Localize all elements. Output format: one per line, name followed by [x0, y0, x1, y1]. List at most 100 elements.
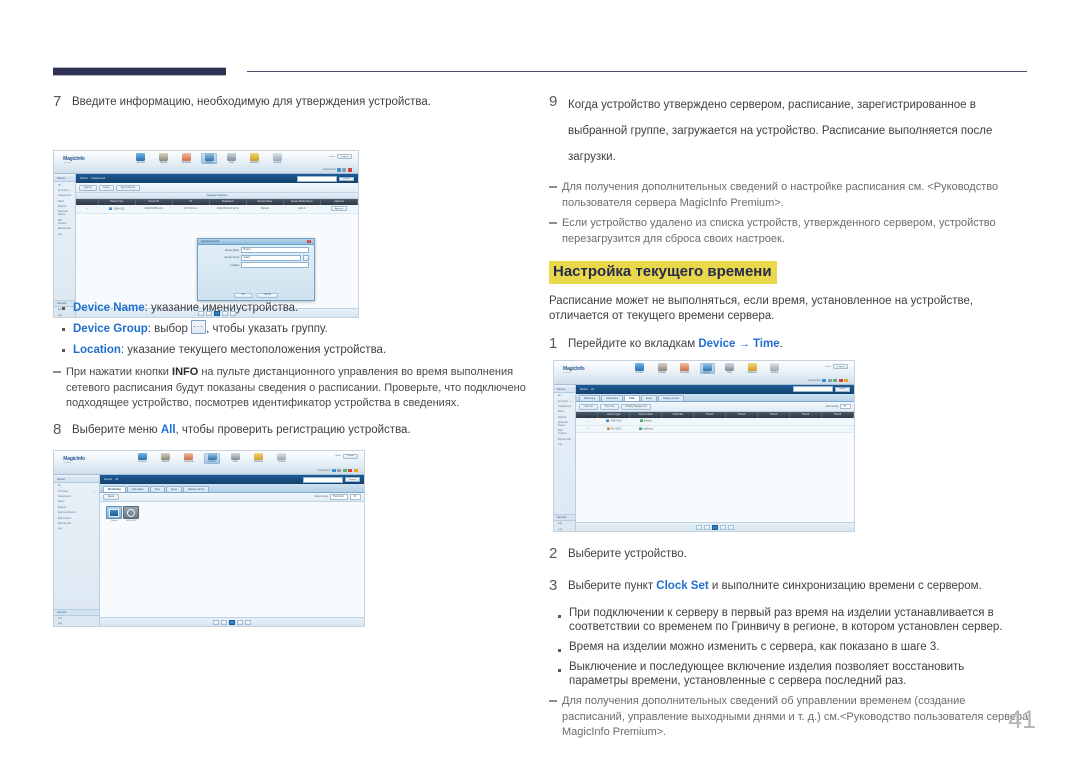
nav-schedule[interactable]: Schedule: [677, 363, 692, 374]
breadcrumb-leaf[interactable]: Unapproved: [91, 177, 105, 180]
expand-icon[interactable]: +: [70, 189, 71, 192]
breadcrumb-leaf[interactable]: All: [115, 478, 118, 481]
delete-button[interactable]: Delete: [103, 494, 119, 500]
tab-monitoring[interactable]: Monitoring: [103, 485, 126, 492]
row-approval[interactable]: Approve: [320, 204, 358, 214]
nav-device[interactable]: Device: [201, 153, 217, 165]
app-nav[interactable]: Content Playlist Schedule Device User St…: [135, 452, 309, 464]
nav-setting[interactable]: Setting: [270, 153, 285, 164]
nav-playlist[interactable]: Playlist: [158, 452, 174, 464]
table-row[interactable]: □ PIL-4120 myDevice: [576, 425, 854, 434]
account-area[interactable]: admin Logout: [335, 453, 358, 459]
delete-button[interactable]: Delete: [98, 184, 115, 191]
breadcrumb-root[interactable]: Device: [104, 478, 112, 481]
dialog-input-location[interactable]: [241, 262, 309, 269]
tab-display-control[interactable]: Display Control: [657, 395, 685, 402]
nav-statistics[interactable]: Statistics: [247, 153, 262, 164]
report-device-button[interactable]: Report Device: [116, 184, 140, 191]
toolbar[interactable]: Approve Delete Report Device: [76, 183, 358, 193]
search-input[interactable]: [793, 386, 834, 393]
view-mode-select[interactable]: Thumbnail: [329, 494, 349, 500]
link-device[interactable]: Device: [698, 338, 735, 350]
breadcrumb-root[interactable]: Device: [80, 177, 88, 180]
view-setting-select[interactable]: All: [840, 404, 852, 410]
sidebar-item-log[interactable]: Log: [554, 442, 575, 447]
nav-statistics[interactable]: Statistics: [251, 452, 267, 464]
row-checkbox[interactable]: □: [576, 417, 598, 426]
pager-first[interactable]: [213, 619, 220, 625]
view-filters[interactable]: Select Group Thumbnail All: [314, 494, 361, 500]
sidebar-item-log[interactable]: Log: [54, 526, 99, 531]
link-clock-set[interactable]: Clock Set: [656, 580, 708, 592]
nav-schedule[interactable]: Schedule: [179, 153, 194, 164]
row-checkbox[interactable]: □: [76, 204, 99, 214]
pager-current[interactable]: [229, 619, 236, 625]
row-checkbox[interactable]: □: [576, 425, 598, 434]
ellipsis-button-icon[interactable]: [191, 316, 207, 337]
approve-button[interactable]: Approve: [79, 184, 97, 191]
search-button[interactable]: Search: [339, 176, 355, 182]
nav-user[interactable]: User: [228, 452, 244, 464]
search-button[interactable]: Search: [345, 477, 360, 482]
tab-display-control[interactable]: Display Control: [183, 485, 210, 492]
search-button[interactable]: Search: [835, 387, 851, 392]
pager-prev[interactable]: [704, 524, 711, 531]
pager-prev[interactable]: [221, 619, 228, 625]
pager-last[interactable]: [728, 524, 735, 531]
nav-content[interactable]: Content: [135, 452, 151, 464]
sidebar-item-log[interactable]: Log: [54, 231, 75, 236]
expand-icon[interactable]: +: [570, 400, 571, 403]
search-input[interactable]: [297, 175, 338, 182]
account-area[interactable]: admin Logout: [825, 364, 848, 370]
timer-set-button[interactable]: Timer Set: [599, 403, 619, 410]
tab-time[interactable]: Time: [624, 395, 640, 402]
sidebar-bottom-log[interactable]: Log: [54, 621, 99, 625]
holiday-management-button[interactable]: Holiday Management: [620, 403, 652, 410]
dialog-input-device-name[interactable]: Monitor: [241, 247, 309, 254]
nav-user[interactable]: User: [224, 153, 239, 164]
close-icon[interactable]: ×: [307, 239, 311, 244]
breadcrumb-leaf[interactable]: All: [591, 388, 594, 391]
toolbar[interactable]: Clock Set Timer Set Holiday Management V…: [576, 402, 854, 413]
pager[interactable]: [576, 522, 854, 531]
app-nav[interactable]: Content Playlist Schedule Device User St…: [133, 153, 303, 165]
search-area[interactable]: Search: [303, 476, 360, 483]
account-area[interactable]: admin Logout: [329, 154, 352, 160]
tab-setup[interactable]: Setup: [165, 485, 183, 492]
nav-statistics[interactable]: Statistics: [745, 363, 760, 374]
search-input[interactable]: [303, 476, 344, 483]
nav-content[interactable]: Content: [632, 363, 647, 374]
group-select[interactable]: All: [350, 494, 361, 500]
pager-first[interactable]: [696, 524, 703, 531]
pager-last[interactable]: [245, 619, 252, 625]
nav-playlist[interactable]: Playlist: [156, 153, 171, 164]
dialog-group-picker-icon[interactable]: [302, 254, 309, 261]
table-row[interactable]: □ SNB-4120 0x00:0F:0B:xx:0x 127.0.0.1:xx…: [76, 204, 358, 214]
pager-next[interactable]: [237, 619, 244, 625]
nav-content[interactable]: Content: [133, 153, 148, 164]
logout-button[interactable]: Logout: [343, 453, 358, 459]
sidebar-item-approval[interactable]: Approval Device: [554, 420, 575, 428]
device-tile-monitor[interactable]: Device: [106, 506, 123, 522]
tab-information[interactable]: Information: [601, 395, 624, 402]
dialog-input-device-group[interactable]: default: [241, 254, 301, 261]
view-filters[interactable]: View Setting All: [826, 404, 852, 410]
sidebar-item-editcontent[interactable]: Edit Content: [554, 428, 575, 436]
tab-monitoring[interactable]: Monitoring: [579, 395, 601, 402]
nav-setting[interactable]: Setting: [274, 452, 290, 464]
tab-information[interactable]: Information: [126, 485, 149, 492]
search-area[interactable]: Search: [793, 386, 851, 393]
app-nav[interactable]: Content Playlist Schedule Device User St…: [632, 363, 800, 375]
pager[interactable]: [100, 617, 364, 626]
device-tile-power[interactable]: SNB-4120: [123, 506, 140, 522]
toolbar[interactable]: Delete Select Group Thumbnail All: [100, 492, 364, 503]
nav-playlist[interactable]: Playlist: [655, 363, 670, 374]
sidebar-item-approval[interactable]: Approval Device: [54, 209, 75, 217]
tab-setup[interactable]: Setup: [640, 395, 657, 402]
sidebar-item-editcontent[interactable]: Edit Content: [54, 218, 75, 226]
nav-schedule[interactable]: Schedule: [181, 452, 197, 464]
nav-user[interactable]: User: [722, 363, 737, 374]
link-time[interactable]: Time: [753, 338, 780, 350]
pager-next[interactable]: [720, 524, 727, 531]
logout-button[interactable]: Logout: [337, 154, 352, 160]
